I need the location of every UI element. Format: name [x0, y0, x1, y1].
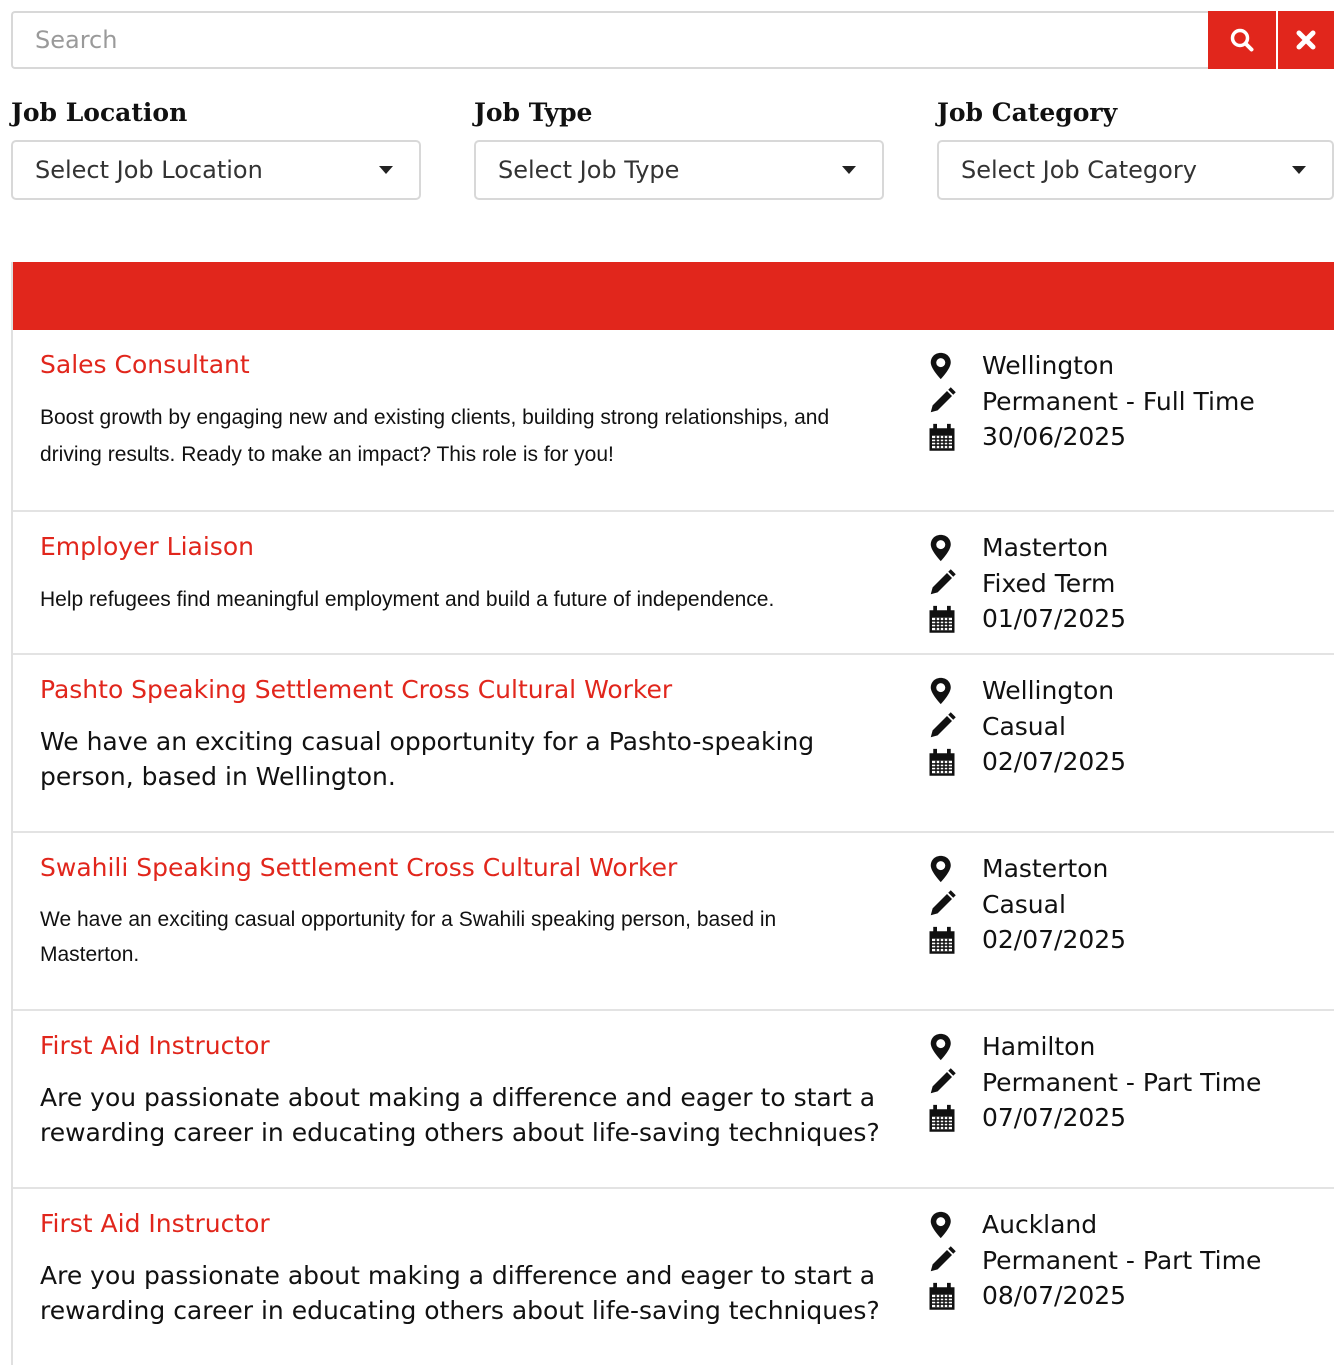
pencil-icon	[930, 1068, 956, 1094]
job-list: Sales Consultant Boost growth by engagin…	[11, 262, 1334, 1365]
calendar-icon	[928, 604, 956, 634]
calendar-icon	[928, 925, 956, 955]
select-value: Select Job Type	[498, 156, 680, 184]
select-value: Select Job Location	[35, 156, 263, 184]
job-type-select[interactable]: Select Job Type	[474, 140, 884, 200]
job-date: 08/07/2025	[982, 1281, 1127, 1311]
filter-job-location: Job Location Select Job Location	[11, 96, 421, 200]
job-listing: First Aid Instructor Are you passionate …	[13, 1189, 1334, 1365]
filter-label: Job Category	[937, 98, 1118, 127]
job-title-link[interactable]: Swahili Speaking Settlement Cross Cultur…	[40, 851, 677, 885]
job-description: Help refugees find meaningful employment…	[40, 588, 775, 611]
map-marker-icon	[930, 1211, 951, 1238]
filter-label: Job Type	[474, 98, 593, 127]
job-type: Permanent - Full Time	[982, 386, 1255, 416]
job-date: 01/07/2025	[982, 604, 1127, 634]
job-listing: First Aid Instructor Are you passionate …	[13, 1011, 1334, 1189]
filter-label: Job Location	[11, 98, 188, 127]
job-location: Masterton	[982, 854, 1109, 884]
map-marker-icon	[930, 1033, 951, 1060]
job-location: Wellington	[982, 676, 1115, 706]
job-meta: Masterton Fixed Term 01/07/2025	[927, 530, 1327, 637]
job-meta: Wellington Permanent - Full Time 30/06/2…	[927, 348, 1327, 455]
calendar-icon	[928, 747, 956, 777]
filter-job-category: Job Category Select Job Category	[937, 96, 1334, 200]
search-button[interactable]	[1208, 11, 1276, 69]
select-value: Select Job Category	[961, 156, 1197, 184]
pencil-icon	[930, 1246, 956, 1272]
job-location: Auckland	[982, 1210, 1098, 1240]
job-type: Fixed Term	[982, 568, 1116, 598]
job-location-select[interactable]: Select Job Location	[11, 140, 421, 200]
job-meta: Hamilton Permanent - Part Time 07/07/202…	[927, 1029, 1327, 1136]
job-title-link[interactable]: Sales Consultant	[40, 348, 250, 382]
calendar-icon	[928, 1103, 956, 1133]
job-date: 07/07/2025	[982, 1103, 1127, 1133]
job-date: 02/07/2025	[982, 747, 1127, 777]
job-listing: Employer Liaison Help refugees find mean…	[13, 512, 1334, 655]
job-type: Casual	[982, 889, 1066, 919]
map-marker-icon	[930, 534, 951, 561]
job-description: Boost growth by engaging new and existin…	[40, 406, 830, 466]
job-listing: Pashto Speaking Settlement Cross Cultura…	[13, 655, 1334, 833]
job-category-select[interactable]: Select Job Category	[937, 140, 1334, 200]
job-description: Are you passionate about making a differ…	[40, 1083, 880, 1147]
close-icon	[1296, 30, 1316, 50]
map-marker-icon	[930, 352, 951, 379]
pencil-icon	[930, 387, 956, 413]
job-listing: Swahili Speaking Settlement Cross Cultur…	[13, 833, 1334, 1011]
filter-job-type: Job Type Select Job Type	[474, 96, 884, 200]
job-meta: Auckland Permanent - Part Time 08/07/202…	[927, 1207, 1327, 1314]
job-meta: Wellington Casual 02/07/2025	[927, 673, 1327, 780]
job-type: Permanent - Part Time	[982, 1067, 1262, 1097]
map-marker-icon	[930, 855, 951, 882]
job-date: 02/07/2025	[982, 925, 1127, 955]
chevron-down-icon	[842, 166, 856, 174]
calendar-icon	[928, 422, 956, 452]
pencil-icon	[930, 890, 956, 916]
job-location: Wellington	[982, 351, 1115, 381]
chevron-down-icon	[379, 166, 393, 174]
job-location: Hamilton	[982, 1032, 1096, 1062]
calendar-icon	[928, 1281, 956, 1311]
map-marker-icon	[930, 677, 951, 704]
job-description: Are you passionate about making a differ…	[40, 1261, 880, 1325]
job-title-link[interactable]: Pashto Speaking Settlement Cross Cultura…	[40, 673, 672, 707]
search-icon	[1230, 28, 1254, 52]
job-description: We have an exciting casual opportunity f…	[40, 908, 777, 966]
job-date: 30/06/2025	[982, 422, 1127, 452]
job-type: Casual	[982, 711, 1066, 741]
job-title-link[interactable]: Employer Liaison	[40, 530, 254, 564]
job-listing: Sales Consultant Boost growth by engagin…	[13, 330, 1334, 512]
clear-search-button[interactable]	[1276, 11, 1334, 69]
job-title-link[interactable]: First Aid Instructor	[40, 1207, 270, 1241]
job-location: Masterton	[982, 533, 1109, 563]
job-description: We have an exciting casual opportunity f…	[40, 727, 815, 791]
search-input[interactable]	[11, 11, 1208, 69]
pencil-icon	[930, 569, 956, 595]
chevron-down-icon	[1292, 166, 1306, 174]
list-header-bar	[13, 262, 1334, 330]
job-type: Permanent - Part Time	[982, 1245, 1262, 1275]
pencil-icon	[930, 712, 956, 738]
job-meta: Masterton Casual 02/07/2025	[927, 851, 1327, 958]
search-bar	[11, 11, 1334, 69]
job-title-link[interactable]: First Aid Instructor	[40, 1029, 270, 1063]
